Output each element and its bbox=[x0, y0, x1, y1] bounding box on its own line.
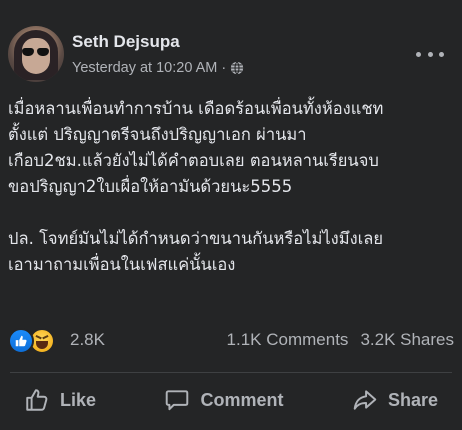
author-name[interactable]: Seth Dejsupa bbox=[72, 32, 180, 52]
meta-separator: · bbox=[221, 60, 227, 76]
post-actions: Like Comment Share bbox=[0, 374, 462, 426]
reaction-count[interactable]: 2.8K bbox=[70, 330, 105, 350]
comment-button[interactable]: Comment bbox=[148, 374, 299, 426]
post-text-line: ขอปริญญา2ใบเผื่อให้อามันด้วยนะ5555 bbox=[8, 177, 293, 196]
post-timestamp[interactable]: Yesterday at 10:20 AM bbox=[72, 60, 217, 76]
post-text: เมื่อหลานเพื่อนทำการบ้าน เดือดร้อนเพื่อน… bbox=[8, 96, 458, 278]
post-text-line: เอามาถามเพื่อนในเฟสแค่นั้นเอง bbox=[8, 255, 236, 274]
actions-divider bbox=[10, 372, 452, 373]
engagement-stats: 1.1K Comments 3.2K Shares bbox=[227, 330, 454, 350]
facebook-post: Seth Dejsupa Yesterday at 10:20 AM · เมื… bbox=[0, 0, 462, 430]
post-text-line: ตั้งแต่ ปริญญาตรีจนถึงปริญญาเอก ผ่านมา bbox=[8, 125, 307, 144]
comment-label: Comment bbox=[200, 389, 284, 410]
reaction-icons[interactable] bbox=[8, 328, 58, 354]
like-reaction-icon bbox=[8, 328, 34, 354]
share-arrow-icon bbox=[353, 390, 377, 410]
comments-count[interactable]: 1.1K Comments bbox=[227, 330, 349, 350]
post-meta: Yesterday at 10:20 AM · bbox=[72, 60, 244, 76]
comment-bubble-icon bbox=[166, 390, 189, 411]
like-label: Like bbox=[60, 389, 97, 410]
post-header: Seth Dejsupa Yesterday at 10:20 AM · bbox=[8, 26, 454, 84]
post-text-line: เกือบ2ชม.แล้วยังไม่ได้คำตอบเลย ตอนหลานเร… bbox=[8, 151, 379, 170]
post-text-line: เมื่อหลานเพื่อนทำการบ้าน เดือดร้อนเพื่อน… bbox=[8, 99, 384, 118]
shares-count[interactable]: 3.2K Shares bbox=[360, 330, 454, 350]
share-button[interactable]: Share bbox=[336, 374, 454, 426]
more-options-icon[interactable] bbox=[416, 44, 444, 64]
share-label: Share bbox=[387, 389, 438, 410]
reactions-bar: 2.8K 1.1K Comments 3.2K Shares bbox=[8, 326, 454, 356]
post-text-line: ปล. โจทย์มันไม่ได้กำหนดว่าขนานกันหรือไม่… bbox=[8, 229, 384, 248]
author-avatar[interactable] bbox=[8, 26, 64, 82]
thumbs-up-icon bbox=[26, 389, 48, 411]
like-button[interactable]: Like bbox=[8, 374, 112, 426]
globe-icon[interactable] bbox=[230, 61, 244, 75]
